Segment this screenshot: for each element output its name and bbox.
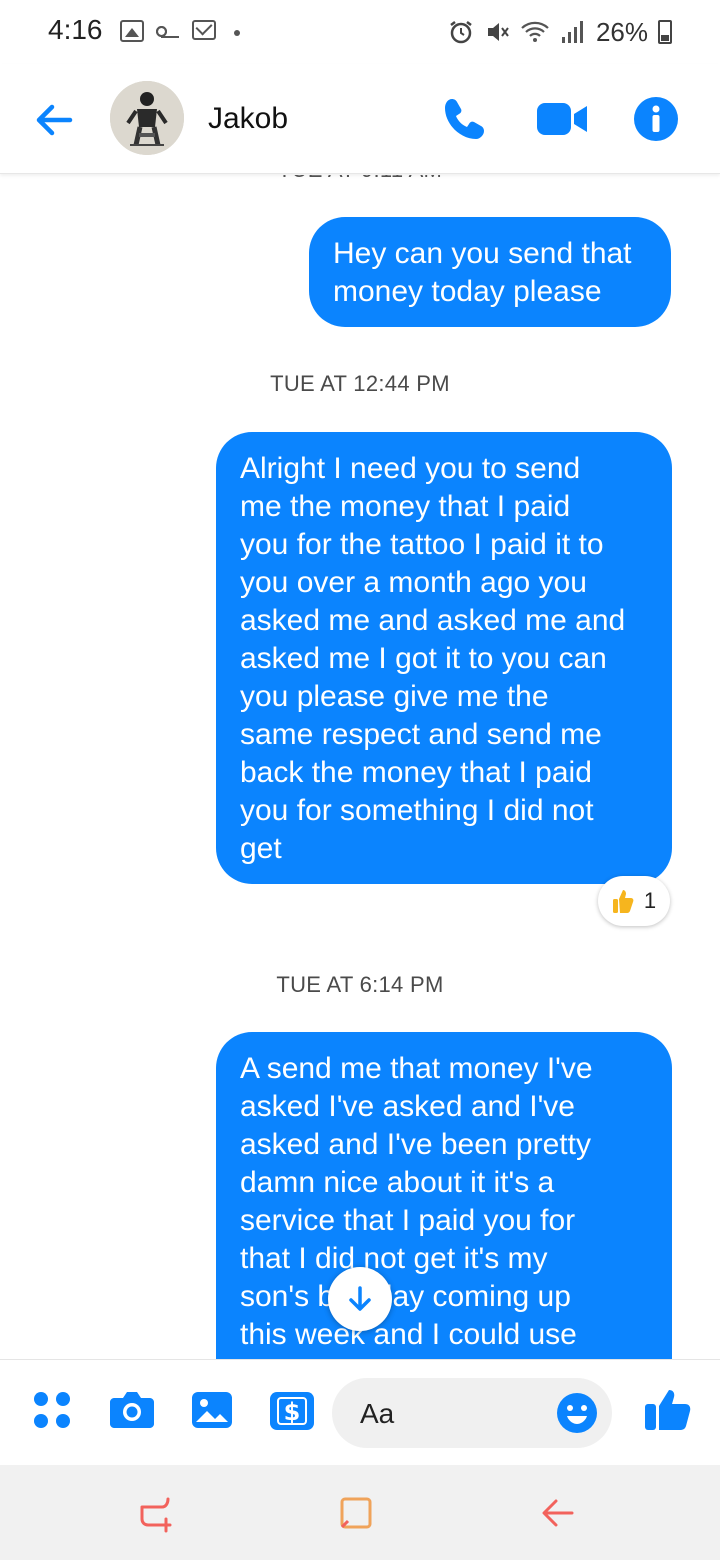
message-text: Hey can you send that money today please <box>333 237 632 308</box>
info-icon[interactable] <box>633 96 679 142</box>
thumbs-up-emoji-icon <box>612 890 634 913</box>
sent-message-bubble[interactable]: Alright I need you to send me the money … <box>216 432 672 884</box>
timestamp: TUE AT 6:14 PM <box>276 972 444 997</box>
message-input[interactable]: Aa <box>332 1378 612 1448</box>
mute-icon <box>487 23 509 41</box>
message-thread[interactable]: TUE AT 9:11 AM Hey can you send that mon… <box>0 175 720 1359</box>
voicemail-notification-icon <box>156 26 184 38</box>
back-icon[interactable] <box>538 1493 578 1533</box>
more-actions-icon[interactable] <box>32 1390 72 1430</box>
gallery-notification-icon <box>120 20 144 42</box>
emoji-icon[interactable] <box>556 1392 598 1434</box>
contact-avatar[interactable] <box>110 81 184 155</box>
home-icon[interactable] <box>336 1493 376 1533</box>
camera-icon[interactable] <box>108 1390 156 1430</box>
thumbs-up-send-icon[interactable] <box>644 1386 692 1432</box>
sent-message-bubble[interactable]: A send me that money I've asked I've ask… <box>216 1032 672 1359</box>
contact-name[interactable]: Jakob <box>208 102 288 136</box>
back-arrow-icon[interactable] <box>30 96 78 144</box>
video-call-icon[interactable] <box>536 100 588 138</box>
status-bar: 4:16 26% <box>0 0 720 64</box>
arrow-down-icon <box>349 1286 371 1311</box>
alarm-icon <box>450 21 472 44</box>
sent-message-bubble[interactable]: Hey can you send that money today please <box>309 217 671 327</box>
gallery-icon[interactable] <box>190 1390 234 1430</box>
mail-notification-icon <box>192 20 216 40</box>
battery-percent: 26% <box>595 16 648 47</box>
status-time: 4:16 <box>48 14 103 45</box>
signal-icon <box>561 21 583 43</box>
scroll-to-bottom-button[interactable] <box>328 1267 392 1331</box>
battery-icon <box>658 20 672 44</box>
wifi-icon <box>521 21 549 42</box>
reaction-count: 1 <box>643 888 657 913</box>
timestamp: TUE AT 12:44 PM <box>270 371 450 396</box>
phone-call-icon[interactable] <box>440 94 490 144</box>
timestamp-partial: TUE AT 9:11 AM <box>0 175 720 183</box>
avatar-photo <box>110 81 184 155</box>
recent-apps-icon[interactable] <box>136 1493 176 1533</box>
message-reaction[interactable]: 1 <box>598 876 670 926</box>
more-notifications-dot-icon <box>234 30 240 36</box>
payment-dollar-icon[interactable]: $ <box>268 1390 316 1432</box>
message-text: A send me that money I've asked I've ask… <box>240 1052 593 1359</box>
message-input-placeholder: Aa <box>360 1398 395 1429</box>
message-composer: $ Aa <box>0 1359 720 1465</box>
conversation-header: Jakob <box>0 64 720 174</box>
svg-text:$: $ <box>284 1398 301 1426</box>
system-navigation-bar <box>0 1465 720 1560</box>
message-text: Alright I need you to send me the money … <box>240 452 626 865</box>
